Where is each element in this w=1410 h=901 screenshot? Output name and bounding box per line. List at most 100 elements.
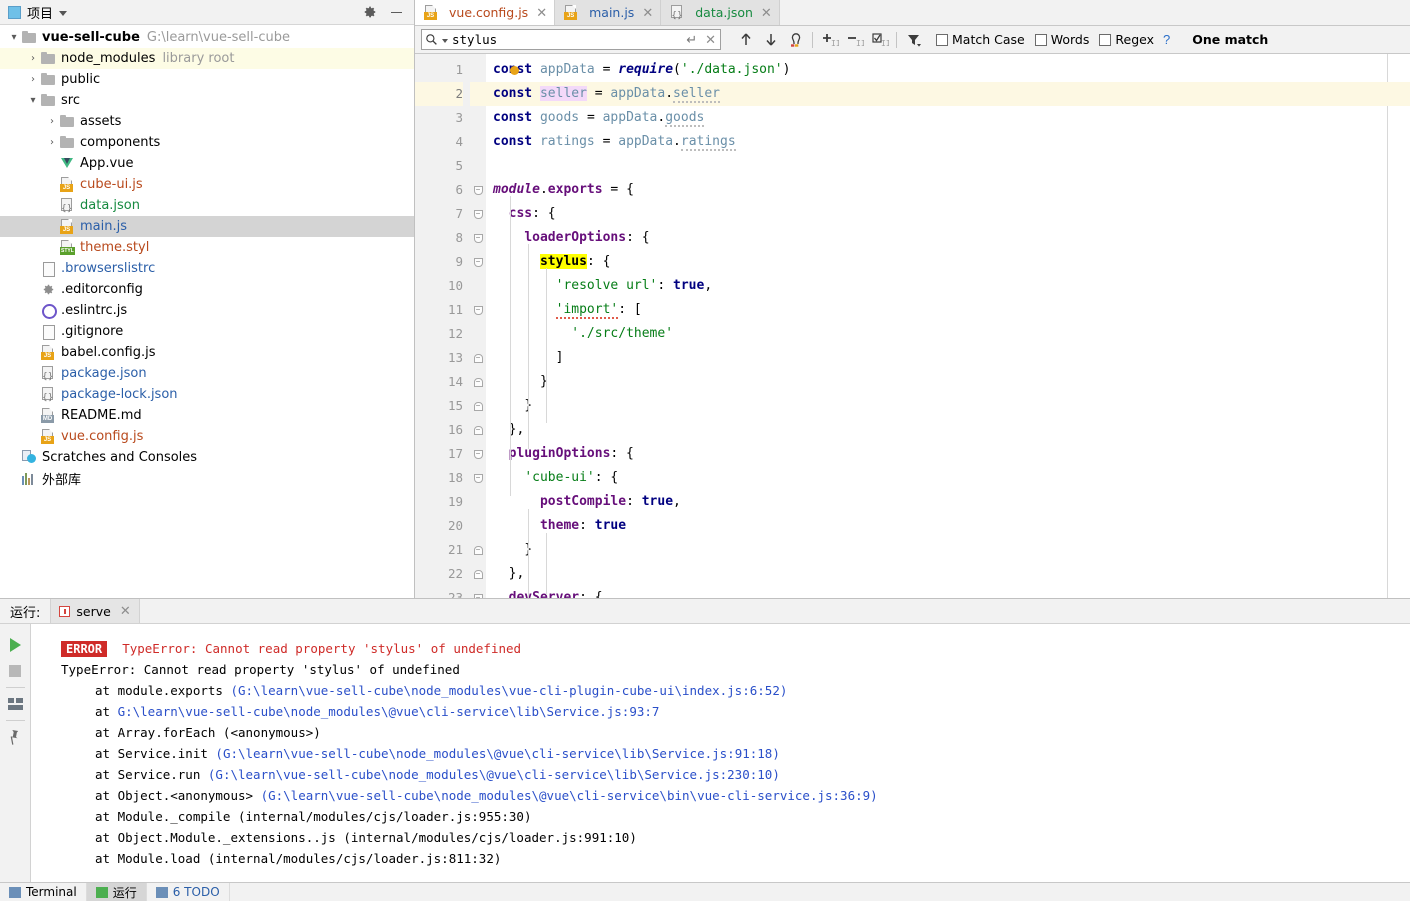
status-bar-item--[interactable]: 运行 [86,883,147,901]
tree-item-readme-md[interactable]: MD README.md [0,405,414,426]
tree-item--browserslistrc[interactable]: .browserslistrc [0,258,414,279]
tree-item-scratches-and-consoles[interactable]: Scratches and Consoles [0,447,414,468]
tree-item-theme-styl[interactable]: STYL theme.styl [0,237,414,258]
fold-marker-slot[interactable]: − [470,346,486,370]
pin-tab-button[interactable] [3,724,28,750]
chevron-down-icon[interactable]: ▾ [6,32,22,43]
editor-tab-data-json[interactable]: {} data.json ✕ [661,0,780,25]
fold-toggle-icon[interactable]: − [473,233,483,243]
find-all-button[interactable] [783,29,808,51]
close-icon[interactable]: ✕ [642,5,653,21]
code-line[interactable]: devServer: { [486,586,1410,598]
close-icon[interactable]: ✕ [120,603,131,619]
tree-item-public[interactable]: › public [0,69,414,90]
help-link[interactable]: ? [1163,32,1170,47]
editor-tab-main-js[interactable]: JS main.js ✕ [555,0,662,25]
code-line[interactable]: const goods = appData.goods [486,106,1410,130]
words-checkbox[interactable]: Words [1034,32,1089,47]
fold-toggle-icon[interactable]: − [473,425,483,435]
tree-item-app-vue[interactable]: App.vue [0,153,414,174]
fold-toggle-icon[interactable]: − [473,209,483,219]
find-previous-button[interactable] [733,29,758,51]
code-line[interactable]: } [486,370,1410,394]
run-tab-serve[interactable]: serve ✕ [50,599,140,623]
fold-toggle-icon[interactable]: − [473,449,483,459]
code-line[interactable]: 'resolve url': true, [486,274,1410,298]
code-line[interactable]: }, [486,562,1410,586]
stack-link[interactable]: (G:\learn\vue-sell-cube\node_modules\@vu… [208,767,780,782]
minimize-icon[interactable] [391,11,402,13]
code-line[interactable]: css: { [486,202,1410,226]
fold-marker-slot[interactable]: − [470,562,486,586]
words-box[interactable] [1034,33,1047,46]
match-case-checkbox[interactable]: Match Case [936,32,1025,47]
code-line[interactable]: } [486,394,1410,418]
code-content[interactable]: const appData = require('./data.json')co… [486,54,1410,598]
fold-toggle-icon[interactable]: − [473,185,483,195]
fold-toggle-icon[interactable]: − [473,593,483,598]
chevron-right-icon[interactable]: › [25,53,41,64]
search-clear-icon[interactable]: ✕ [705,32,716,48]
tree-item-vue-config-js[interactable]: JS vue.config.js [0,426,414,447]
select-all-occurrences-button[interactable]: II [867,29,892,51]
code-line[interactable]: ] [486,346,1410,370]
console-stack-line[interactable]: at Service.init (G:\learn\vue-sell-cube\… [61,743,1410,764]
fold-marker-slot[interactable]: − [470,538,486,562]
fold-marker-slot[interactable]: − [470,226,486,250]
tree-item-main-js[interactable]: JS main.js [0,216,414,237]
console-output[interactable]: ERROR TypeError: Cannot read property 's… [31,624,1410,883]
find-next-button[interactable] [758,29,783,51]
console-stack-line[interactable]: at Object.<anonymous> (G:\learn\vue-sell… [61,785,1410,806]
fold-marker-slot[interactable]: − [470,202,486,226]
tree-item-data-json[interactable]: {} data.json [0,195,414,216]
fold-marker-slot[interactable]: − [470,370,486,394]
search-input[interactable]: stylus ↵ ✕ [421,29,721,50]
regex-box[interactable] [1099,33,1112,46]
fold-toggle-icon[interactable]: − [473,353,483,363]
stop-button[interactable] [3,658,28,684]
fold-toggle-icon[interactable]: − [473,257,483,267]
fold-marker-slot[interactable]: − [470,298,486,322]
tree-item--gitignore[interactable]: .gitignore [0,321,414,342]
console-stack-line[interactable]: at Service.run (G:\learn\vue-sell-cube\n… [61,764,1410,785]
regex-checkbox[interactable]: Regex [1099,32,1154,47]
chevron-right-icon[interactable]: › [25,74,41,85]
fold-marker-slot[interactable]: − [470,586,486,598]
tree-item-package-json[interactable]: {} package.json [0,363,414,384]
add-occurrence-button[interactable]: II [817,29,842,51]
tree-item-vue-sell-cube[interactable]: ▾ vue-sell-cube G:\learn\vue-sell-cube [0,27,414,48]
code-line[interactable]: stylus: { [486,250,1410,274]
close-icon[interactable]: ✕ [536,5,547,21]
code-line[interactable]: theme: true [486,514,1410,538]
code-line[interactable]: const appData = require('./data.json') [486,58,1410,82]
fold-marker-slot[interactable]: − [470,442,486,466]
fold-toggle-icon[interactable]: − [473,545,483,555]
close-icon[interactable]: ✕ [761,5,772,21]
tree-item-components[interactable]: › components [0,132,414,153]
tree-item--editorconfig[interactable]: .editorconfig [0,279,414,300]
remove-occurrence-button[interactable]: II [842,29,867,51]
code-line[interactable]: pluginOptions: { [486,442,1410,466]
chevron-down-icon[interactable]: ▾ [25,95,41,106]
tree-item-cube-ui-js[interactable]: JS cube-ui.js [0,174,414,195]
fold-toggle-icon[interactable]: − [473,473,483,483]
code-line[interactable]: loaderOptions: { [486,226,1410,250]
code-line[interactable]: 'import': [ [486,298,1410,322]
code-line[interactable]: const ratings = appData.ratings [486,130,1410,154]
console-stack-line[interactable]: at G:\learn\vue-sell-cube\node_modules\@… [61,701,1410,722]
layout-settings-button[interactable] [3,691,28,717]
fold-marker-slot[interactable]: − [470,466,486,490]
tree-item-src[interactable]: ▾ src [0,90,414,111]
status-bar-item-6-todo[interactable]: 6 TODO [147,883,230,901]
tree-item-babel-config-js[interactable]: JS babel.config.js [0,342,414,363]
rerun-button[interactable] [3,632,28,658]
tree-item-package-lock-json[interactable]: {} package-lock.json [0,384,414,405]
stack-link[interactable]: (G:\learn\vue-sell-cube\node_modules\@vu… [215,746,779,761]
tree-item--eslintrc-js[interactable]: .eslintrc.js [0,300,414,321]
chevron-right-icon[interactable]: › [44,137,60,148]
code-line[interactable]: const seller = appData.seller [486,82,1410,106]
editor-tab-vue-config-js[interactable]: JS vue.config.js ✕ [415,0,556,25]
code-line[interactable]: module.exports = { [486,178,1410,202]
console-stack-line[interactable]: at module.exports (G:\learn\vue-sell-cub… [61,680,1410,701]
code-editor[interactable]: 1 2 3 4 5 6 7 8 9 10 11 12 13 14 15 16 17 18 19 20 21 22 23 − −… [415,54,1410,598]
